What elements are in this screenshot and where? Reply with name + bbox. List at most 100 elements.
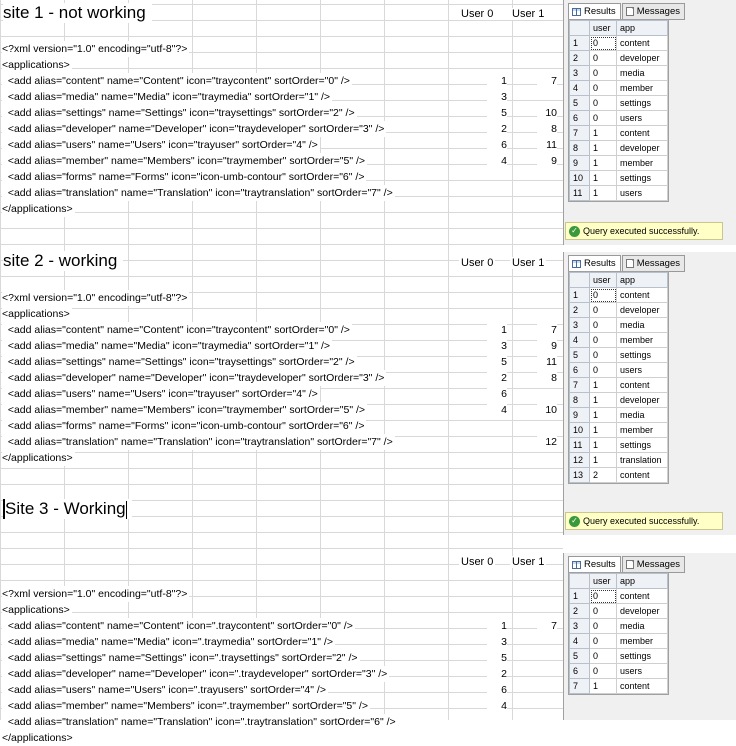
cell-app[interactable]: member bbox=[616, 155, 668, 171]
spreadsheet[interactable]: site 1 - not working User 0 User 1 <?xml ve… bbox=[0, 0, 563, 746]
results-grid[interactable]: user app 1 0 content 2 0 developer 3 0 media 4 0 memb… bbox=[568, 19, 669, 202]
cell-app[interactable]: settings bbox=[616, 347, 668, 363]
xml-line[interactable]: <add alias="developer" name="Developer" … bbox=[2, 666, 390, 682]
table-row[interactable]: 6 0 users bbox=[569, 663, 668, 679]
xml-line[interactable]: <add alias="forms" name="Forms" icon="ic… bbox=[2, 169, 367, 185]
column-header-user[interactable]: user bbox=[589, 573, 617, 589]
xml-line[interactable]: <add alias="content" name="Content" icon… bbox=[2, 73, 352, 89]
column-header-app[interactable]: app bbox=[616, 573, 668, 589]
row-number[interactable]: 4 bbox=[569, 80, 590, 96]
table-row[interactable]: 4 0 member bbox=[569, 633, 668, 649]
xml-line[interactable]: </applications> bbox=[2, 730, 75, 746]
xml-line[interactable]: <applications> bbox=[2, 306, 72, 322]
table-row[interactable]: 5 0 settings bbox=[569, 95, 668, 111]
xml-line[interactable]: <add alias="content" name="Content" icon… bbox=[2, 618, 355, 634]
column-header-user[interactable]: user bbox=[589, 20, 617, 36]
xml-line[interactable]: <add alias="users" name="Users" icon=".t… bbox=[2, 682, 328, 698]
column-header-app[interactable]: app bbox=[616, 272, 668, 288]
table-row[interactable]: 12 1 translation bbox=[569, 452, 668, 468]
table-row[interactable]: 5 0 settings bbox=[569, 648, 668, 664]
user0-sort-value[interactable]: 4 bbox=[487, 153, 507, 169]
row-number[interactable]: 3 bbox=[569, 317, 590, 333]
user0-sort-value[interactable]: 5 bbox=[487, 105, 507, 121]
row-number[interactable]: 8 bbox=[569, 392, 590, 408]
grid-corner[interactable] bbox=[569, 20, 590, 36]
cell-user[interactable]: 1 bbox=[589, 437, 617, 453]
row-number[interactable]: 1 bbox=[569, 35, 590, 51]
xml-line[interactable]: <applications> bbox=[2, 602, 72, 618]
table-row[interactable]: 11 1 users bbox=[569, 185, 668, 201]
cell-user[interactable]: 1 bbox=[589, 155, 617, 171]
cell-app[interactable]: member bbox=[616, 633, 668, 649]
cell-user[interactable]: 0 bbox=[589, 95, 617, 111]
cell-app[interactable]: developer bbox=[616, 50, 668, 66]
results-table[interactable]: user app 1 0 content 2 0 developer 3 0 media 4 0 memb… bbox=[569, 573, 668, 694]
row-number[interactable]: 7 bbox=[569, 125, 590, 141]
tab-messages[interactable]: Messages bbox=[621, 556, 685, 573]
tab-results[interactable]: Results bbox=[568, 3, 621, 20]
cell-app[interactable]: settings bbox=[616, 648, 668, 664]
user0-sort-value[interactable]: 3 bbox=[487, 89, 507, 105]
row-number[interactable]: 2 bbox=[569, 603, 590, 619]
user1-sort-value[interactable]: 7 bbox=[537, 618, 557, 634]
cell-app[interactable]: users bbox=[616, 362, 668, 378]
cell-app[interactable]: developer bbox=[616, 302, 668, 318]
cell-user[interactable]: 0 bbox=[589, 362, 617, 378]
cell-user[interactable]: 1 bbox=[589, 185, 617, 201]
table-row[interactable]: 11 1 settings bbox=[569, 437, 668, 453]
cell-user[interactable]: 0 bbox=[589, 633, 617, 649]
results-grid[interactable]: user app 1 0 content 2 0 developer 3 0 media 4 0 memb… bbox=[568, 271, 669, 484]
table-row[interactable]: 2 0 developer bbox=[569, 50, 668, 66]
row-number[interactable]: 4 bbox=[569, 633, 590, 649]
table-row[interactable]: 7 1 content bbox=[569, 377, 668, 393]
table-row[interactable]: 7 1 content bbox=[569, 678, 668, 694]
cell-user[interactable]: 1 bbox=[589, 407, 617, 423]
xml-line[interactable]: <add alias="settings" name="Settings" ic… bbox=[2, 105, 357, 121]
table-row[interactable]: 1 0 content bbox=[569, 35, 668, 51]
cell-app[interactable]: member bbox=[616, 422, 668, 438]
cell-user[interactable]: 2 bbox=[589, 467, 617, 483]
table-row[interactable]: 9 1 media bbox=[569, 407, 668, 423]
table-row[interactable]: 8 1 developer bbox=[569, 392, 668, 408]
table-row[interactable]: 1 0 content bbox=[569, 287, 668, 303]
cell-app[interactable]: users bbox=[616, 185, 668, 201]
table-row[interactable]: 1 0 content bbox=[569, 588, 668, 604]
cell-user[interactable]: 1 bbox=[589, 422, 617, 438]
user0-sort-value[interactable]: 4 bbox=[487, 402, 507, 418]
cell-user[interactable]: 0 bbox=[589, 35, 617, 51]
row-number[interactable]: 5 bbox=[569, 347, 590, 363]
cell-app[interactable]: settings bbox=[616, 170, 668, 186]
xml-line[interactable]: <add alias="users" name="Users" icon="tr… bbox=[2, 386, 320, 402]
row-number[interactable]: 11 bbox=[569, 185, 590, 201]
row-number[interactable]: 1 bbox=[569, 287, 590, 303]
cell-user[interactable]: 1 bbox=[589, 452, 617, 468]
cell-user[interactable]: 0 bbox=[589, 648, 617, 664]
table-row[interactable]: 3 0 media bbox=[569, 317, 668, 333]
cell-user[interactable]: 0 bbox=[589, 332, 617, 348]
results-grid[interactable]: user app 1 0 content 2 0 developer 3 0 media 4 0 memb… bbox=[568, 572, 669, 695]
user0-sort-value[interactable]: 1 bbox=[487, 73, 507, 89]
cell-user[interactable]: 0 bbox=[589, 110, 617, 126]
cell-user[interactable]: 0 bbox=[589, 65, 617, 81]
cell-user[interactable]: 1 bbox=[589, 170, 617, 186]
xml-line[interactable]: </applications> bbox=[2, 201, 75, 217]
table-row[interactable]: 4 0 member bbox=[569, 332, 668, 348]
xml-line[interactable]: <add alias="content" name="Content" icon… bbox=[2, 322, 352, 338]
xml-line[interactable]: <?xml version="1.0" encoding="utf-8"?> bbox=[2, 290, 190, 306]
row-number[interactable]: 10 bbox=[569, 170, 590, 186]
user0-sort-value[interactable]: 4 bbox=[487, 698, 507, 714]
table-row[interactable]: 13 2 content bbox=[569, 467, 668, 483]
user0-sort-value[interactable]: 2 bbox=[487, 370, 507, 386]
table-row[interactable]: 8 1 developer bbox=[569, 140, 668, 156]
xml-line[interactable]: <add alias="media" name="Media" icon="tr… bbox=[2, 338, 333, 354]
table-row[interactable]: 6 0 users bbox=[569, 110, 668, 126]
cell-user[interactable]: 1 bbox=[589, 125, 617, 141]
table-row[interactable]: 3 0 media bbox=[569, 618, 668, 634]
xml-line[interactable]: <add alias="translation" name="Translati… bbox=[2, 714, 398, 730]
row-number[interactable]: 5 bbox=[569, 648, 590, 664]
cell-app[interactable]: content bbox=[616, 377, 668, 393]
cell-user[interactable]: 0 bbox=[589, 347, 617, 363]
user1-sort-value[interactable]: 7 bbox=[537, 322, 557, 338]
xml-line[interactable]: <add alias="translation" name="Translati… bbox=[2, 185, 395, 201]
row-number[interactable]: 2 bbox=[569, 302, 590, 318]
